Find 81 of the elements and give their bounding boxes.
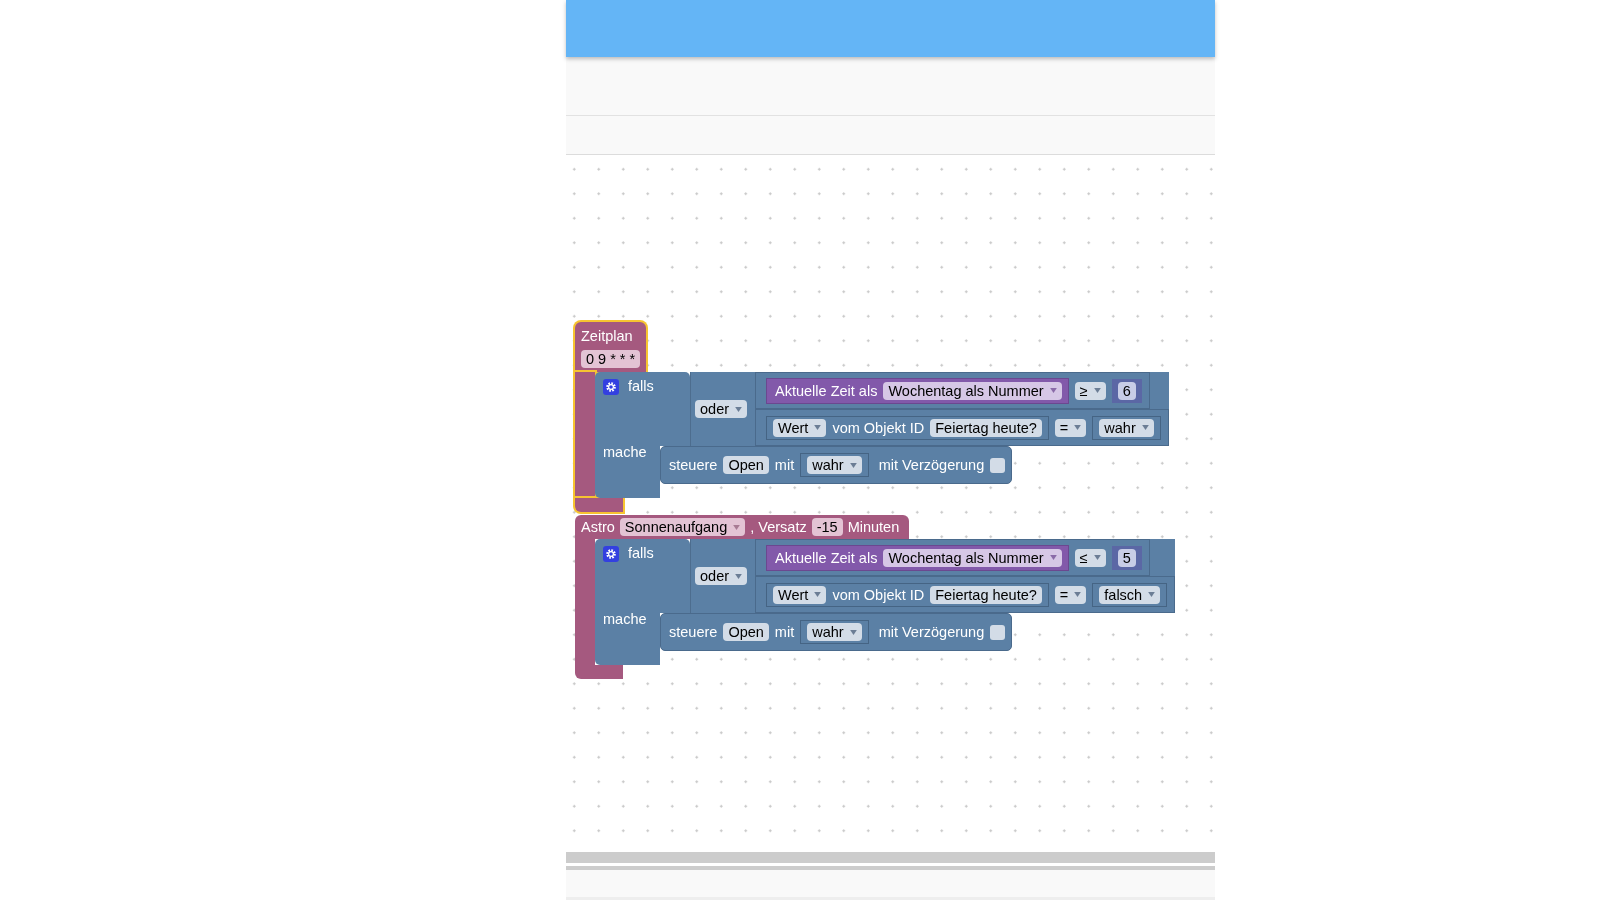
event-block-foot	[575, 498, 623, 512]
caret-icon	[1148, 592, 1156, 597]
event-block-foot	[575, 665, 623, 679]
dropdown[interactable]: Wert	[773, 585, 827, 604]
control-block[interactable]: steuere Open mit wahr mit Verzögerung	[660, 446, 1013, 484]
dropdown[interactable]: =	[1054, 418, 1087, 437]
block-label: mit	[774, 624, 795, 640]
block-label: Zeitplan	[581, 328, 633, 344]
event-block-header[interactable]: Astro Sonnenaufgang , Versatz -15 Minuten	[575, 515, 910, 539]
boolean-block[interactable]: wahr	[800, 620, 869, 644]
block-label: steuere	[669, 624, 718, 640]
number-field[interactable]: 5	[1117, 548, 1136, 567]
dropdown[interactable]: falsch	[1099, 585, 1161, 604]
dropdown[interactable]: wahr	[807, 456, 862, 474]
caret-icon	[733, 524, 741, 530]
block-label: steuere	[669, 457, 718, 473]
block-label: Aktuelle Zeit als	[775, 382, 878, 399]
caret-icon	[849, 462, 857, 468]
block-label: Minuten	[847, 519, 900, 535]
dropdown[interactable]: ≤	[1074, 548, 1106, 567]
caret-icon	[1141, 425, 1149, 430]
object-field[interactable]: Open	[723, 456, 769, 474]
object-field[interactable]: Feiertag heute?	[930, 585, 1042, 604]
caret-icon	[735, 406, 743, 412]
block-label: falls	[628, 378, 654, 394]
caret-icon	[1093, 388, 1101, 393]
gear-icon[interactable]	[603, 546, 619, 562]
number-block[interactable]: 5	[1111, 545, 1142, 570]
checkbox[interactable]	[990, 457, 1006, 473]
dropdown[interactable]: wahr	[1099, 418, 1154, 437]
block-label: mache	[602, 443, 648, 460]
block-label: Aktuelle Zeit als	[775, 549, 878, 566]
block-label: vom Objekt ID	[832, 586, 925, 603]
control-block[interactable]: steuere Open mit wahr mit Verzögerung	[660, 613, 1013, 651]
block-label: mit	[774, 457, 795, 473]
block-label: , Versatz	[750, 519, 807, 535]
state-block[interactable]: Wert vom Objekt ID Feiertag heute?	[766, 582, 1049, 607]
time-block[interactable]: Aktuelle Zeit als Wochentag als Nummer	[766, 377, 1069, 404]
number-field[interactable]: -15	[811, 518, 843, 536]
caret-icon	[1049, 388, 1057, 393]
boolean-block[interactable]: wahr	[1092, 415, 1161, 440]
checkbox[interactable]	[990, 624, 1006, 640]
dropdown[interactable]: ≥	[1074, 381, 1106, 400]
dropdown[interactable]: oder	[695, 567, 748, 585]
state-block[interactable]: Wert vom Objekt ID Feiertag heute?	[766, 415, 1049, 440]
block-label: falls	[628, 545, 654, 561]
caret-icon	[1093, 555, 1101, 560]
dropdown[interactable]: Wochentag als Nummer	[883, 381, 1062, 400]
number-field[interactable]: 6	[1117, 381, 1136, 400]
caret-icon	[1074, 592, 1082, 597]
compare-block[interactable]: Aktuelle Zeit als Wochentag als Nummer ≤ 5	[755, 539, 1150, 576]
dropdown[interactable]: Sonnenaufgang	[619, 518, 746, 536]
caret-icon	[814, 592, 822, 597]
gear-icon[interactable]	[603, 379, 619, 395]
dropdown[interactable]: oder	[695, 400, 748, 418]
caret-icon	[735, 573, 743, 579]
compare-block[interactable]: Aktuelle Zeit als Wochentag als Nummer ≥ 6	[755, 372, 1150, 409]
block-label: mache	[602, 610, 648, 627]
dropdown[interactable]: =	[1054, 585, 1087, 604]
block-label: mit Verzögerung	[878, 457, 985, 473]
number-block[interactable]: 6	[1111, 378, 1142, 403]
time-block[interactable]: Aktuelle Zeit als Wochentag als Nummer	[766, 544, 1069, 571]
block-label: mit Verzögerung	[878, 624, 985, 640]
object-field[interactable]: Open	[723, 623, 769, 641]
block-label: vom Objekt ID	[832, 419, 925, 436]
scrollbar[interactable]	[566, 852, 1215, 863]
caret-icon	[849, 629, 857, 635]
object-field[interactable]: Feiertag heute?	[930, 418, 1042, 437]
compare-block[interactable]: Wert vom Objekt ID Feiertag heute? = falsch	[755, 576, 1176, 613]
dropdown[interactable]: Wert	[773, 418, 827, 437]
event-block-header[interactable]: Zeitplan 0 9 * * *	[575, 322, 647, 372]
dropdown[interactable]: Wochentag als Nummer	[883, 548, 1062, 567]
boolean-block[interactable]: falsch	[1092, 582, 1168, 607]
boolean-block[interactable]: wahr	[800, 453, 869, 477]
dropdown[interactable]: wahr	[807, 623, 862, 641]
block-label: Astro	[581, 519, 615, 535]
cron-field[interactable]: 0 9 * * *	[581, 350, 641, 368]
caret-icon	[814, 425, 822, 430]
compare-block[interactable]: Wert vom Objekt ID Feiertag heute? = wahr	[755, 409, 1169, 446]
caret-icon	[1074, 425, 1082, 430]
caret-icon	[1049, 555, 1057, 560]
